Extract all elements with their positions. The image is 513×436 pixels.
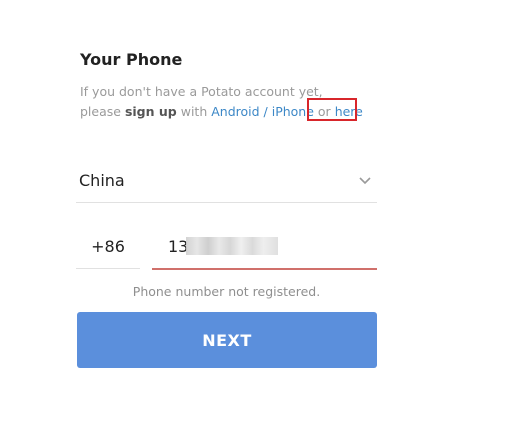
here-link[interactable]: here bbox=[335, 104, 363, 119]
next-button[interactable]: NEXT bbox=[77, 312, 377, 368]
country-code-field bbox=[76, 228, 140, 269]
country-code-input[interactable] bbox=[76, 231, 140, 261]
redacted-digits bbox=[186, 237, 278, 255]
login-page: Your Phone If you don't have a Potato ac… bbox=[0, 0, 513, 436]
country-select[interactable]: China bbox=[76, 165, 377, 203]
description-please: please bbox=[80, 104, 121, 119]
page-title: Your Phone bbox=[80, 50, 183, 69]
chevron-down-icon bbox=[359, 177, 371, 185]
country-value: China bbox=[79, 171, 125, 190]
description-with: with bbox=[180, 104, 208, 119]
signup-description: If you don't have a Potato account yet, … bbox=[80, 82, 380, 122]
android-iphone-link[interactable]: Android / iPhone bbox=[211, 104, 314, 119]
description-or: or bbox=[317, 104, 331, 119]
error-message: Phone number not registered. bbox=[132, 284, 321, 299]
description-line1: If you don't have a Potato account yet, bbox=[80, 84, 323, 99]
sign-up-text: sign up bbox=[124, 104, 177, 119]
